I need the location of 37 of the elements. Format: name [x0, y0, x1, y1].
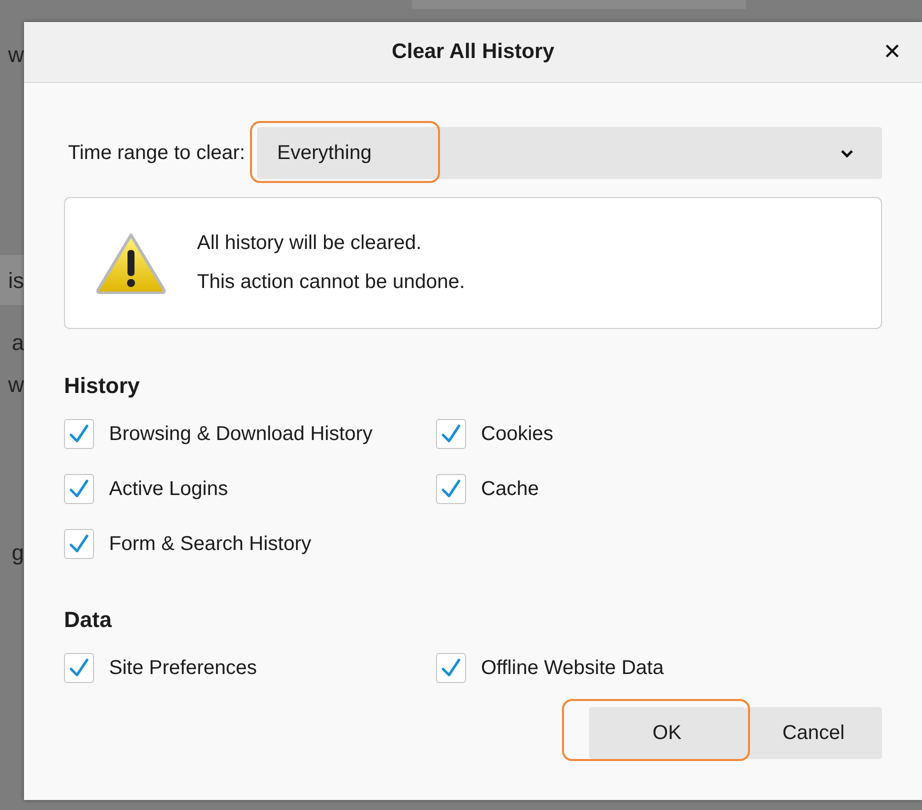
- dialog-button[interactable]: Cancel: [745, 707, 882, 759]
- background-text: a: [12, 330, 24, 356]
- dropdown[interactable]: Everything: [257, 127, 882, 179]
- check-icon: [442, 658, 460, 676]
- checkbox[interactable]: [64, 474, 94, 504]
- dialog-title: Clear All History: [392, 40, 554, 64]
- checkbox[interactable]: [64, 419, 94, 449]
- check-icon: [442, 424, 460, 442]
- warning-text: All history will be cleared.: [197, 232, 423, 255]
- check-icon: [70, 480, 88, 498]
- field-label: Time range to clear:: [68, 142, 246, 164]
- check-icon: [442, 480, 460, 498]
- warning-icon: [95, 232, 167, 294]
- chevron-icon: [840, 148, 854, 158]
- checkbox[interactable]: [64, 653, 94, 683]
- background-text: g: [12, 540, 24, 566]
- section-heading: History: [64, 373, 141, 399]
- checkbox-label[interactable]: Cookies: [481, 422, 554, 446]
- checkbox[interactable]: [64, 529, 94, 559]
- checkbox-label[interactable]: Site Preferences: [109, 656, 257, 680]
- checkbox-label[interactable]: Active Logins: [109, 478, 228, 500]
- checkbox-label[interactable]: Cache: [481, 478, 539, 500]
- checkbox[interactable]: [436, 419, 466, 449]
- checkbox-label[interactable]: Browsing & Download History: [109, 422, 372, 446]
- checkbox[interactable]: [436, 474, 466, 504]
- checkbox-label[interactable]: Offline Website Data: [481, 656, 664, 680]
- background-text: is: [8, 268, 24, 294]
- check-icon: [70, 658, 88, 676]
- dialog-button[interactable]: OK: [589, 707, 745, 759]
- section-heading: Data: [64, 607, 113, 633]
- checkbox-label[interactable]: Form & Search History: [109, 532, 312, 556]
- check-icon: [70, 534, 88, 552]
- background-text: w: [8, 372, 24, 398]
- check-icon: [70, 424, 88, 442]
- background-text: w: [8, 42, 24, 68]
- checkbox[interactable]: [436, 653, 466, 683]
- warning-text: This action cannot be undone.: [197, 271, 465, 294]
